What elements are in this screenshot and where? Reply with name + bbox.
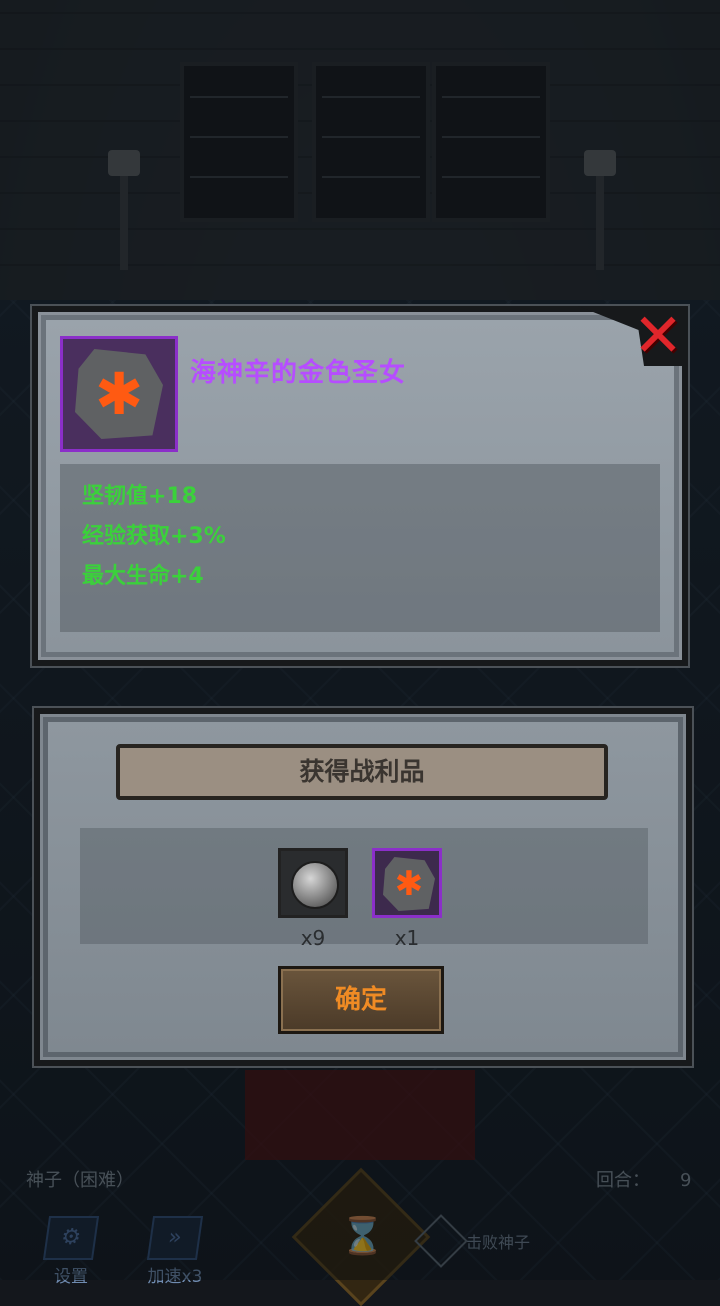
loot-qty: x9 [300,926,326,950]
loot-item-coin[interactable] [278,848,348,918]
rune-glyph: ✱ [94,360,144,428]
item-name: 海神辛的金色圣女 [190,358,407,388]
rune-glyph: ✱ [394,864,424,904]
confirm-button[interactable]: 确定 [278,966,444,1034]
stat-line: 经验获取+3% [82,524,226,549]
loot-items-box [80,828,648,944]
stat-line: 坚韧值+18 [82,484,198,509]
loot-qty: x1 [394,926,420,950]
close-button[interactable]: ✕ [632,306,684,366]
item-icon-frame: ✱ [60,336,178,452]
loot-item-rune[interactable]: ✱ [372,848,442,918]
silver-coin-icon [291,861,339,909]
stat-line: 最大生命+4 [82,564,204,589]
loot-title: 获得战利品 [299,757,425,786]
